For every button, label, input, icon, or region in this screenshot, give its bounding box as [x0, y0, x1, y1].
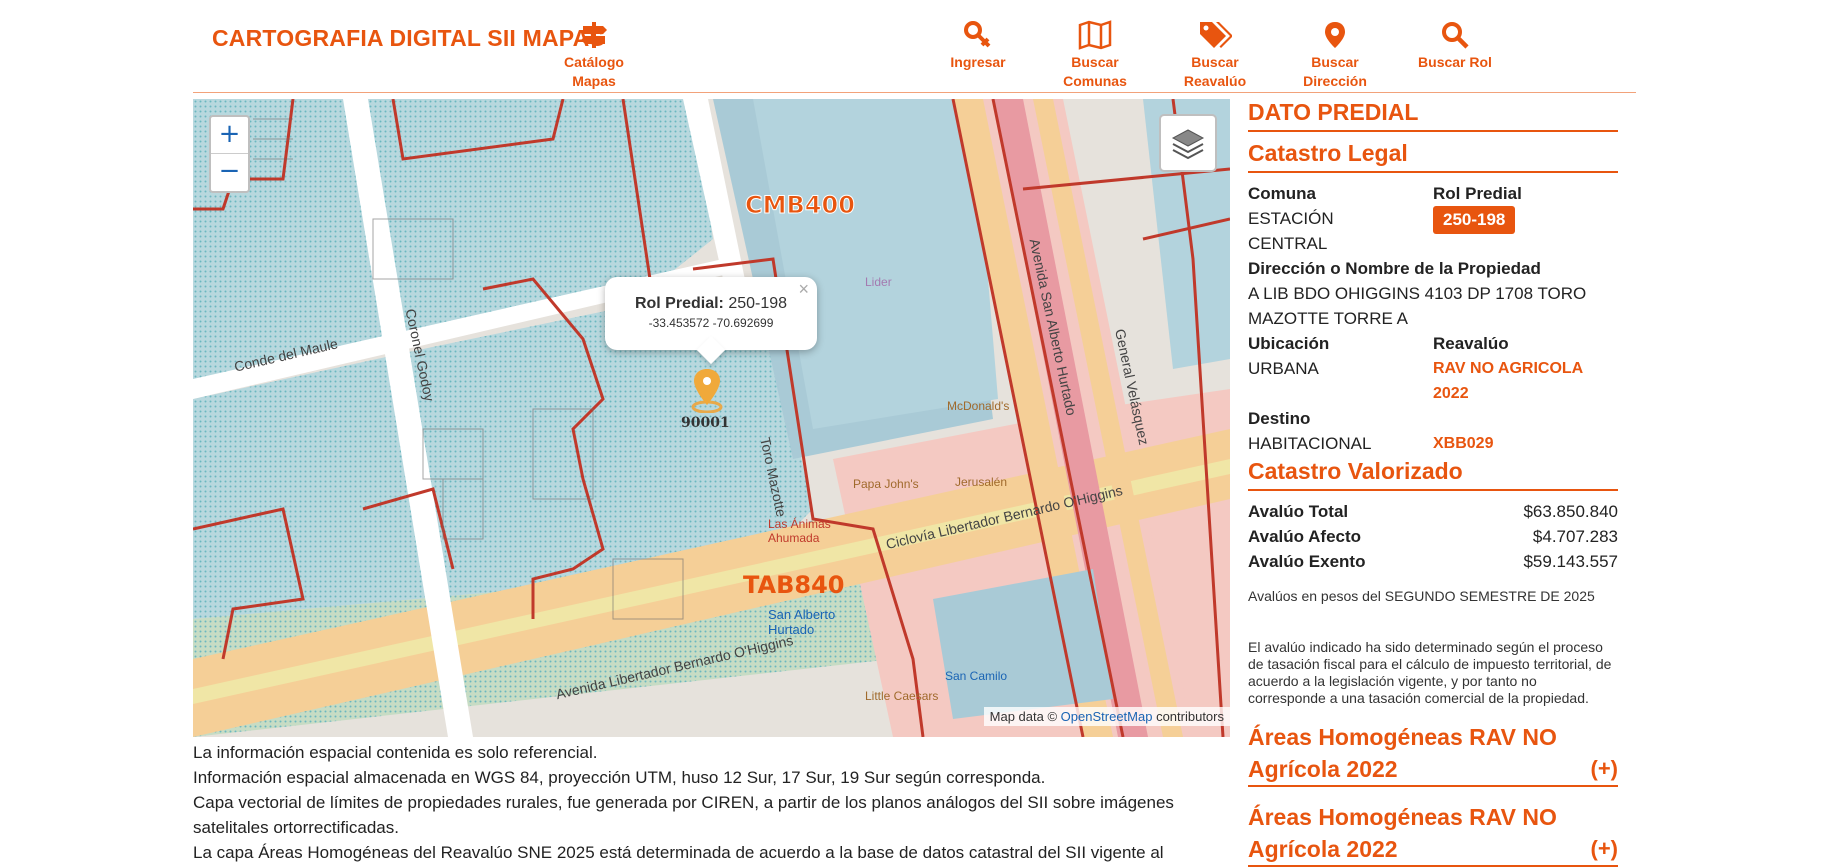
areas-homogeneas-toggle[interactable]: Áreas Homogéneas RAV NO Agrícola 2022 (+…	[1248, 721, 1618, 787]
avaluo-row: Avalúo Afecto $4.707.283	[1248, 524, 1618, 549]
comuna-label: Comuna	[1248, 184, 1316, 203]
attribution-suffix: contributors	[1152, 709, 1224, 724]
layers-button[interactable]	[1159, 114, 1217, 172]
zoom-control: + −	[209, 115, 250, 193]
key-icon	[964, 21, 991, 48]
section-title-valorizado: Catastro Valorizado	[1248, 458, 1618, 491]
poi-label: Jerusalén	[955, 475, 1008, 489]
ubicacion-label: Ubicación	[1248, 334, 1330, 353]
avaluo-period-note: Avalúos en pesos del SEGUNDO SEMESTRE DE…	[1248, 588, 1595, 604]
nav-label: Reavalúo	[1183, 73, 1247, 89]
comuna-value: ESTACIÓN CENTRAL	[1248, 209, 1334, 253]
search-icon	[1442, 22, 1469, 49]
legal-grid: Comuna ESTACIÓN CENTRAL Rol Predial 250-…	[1248, 181, 1618, 456]
destino-label: Destino	[1248, 409, 1311, 428]
app-header: CARTOGRAFIA DIGITAL SII MAPAS Catálogo M…	[193, 0, 1636, 93]
dato-predial-panel: DATO PREDIAL Catastro Legal Comuna ESTAC…	[1248, 99, 1618, 867]
nav-ingresar[interactable]: Ingresar	[923, 20, 1033, 72]
nav-label: Buscar	[1311, 54, 1359, 70]
rol-label: Rol Predial	[1433, 184, 1522, 203]
poi-label: McDonald's	[947, 399, 1010, 413]
signpost-icon	[581, 22, 607, 48]
section-title-legal: Catastro Legal	[1248, 140, 1618, 173]
map-icon	[1078, 20, 1112, 50]
nav-label: Ingresar	[950, 54, 1006, 70]
poi-label: Lider	[865, 275, 892, 289]
block-label: 90001	[681, 415, 730, 431]
avaluo-exento-value: $59.143.557	[1523, 552, 1618, 571]
areas-title: Áreas Homogéneas RAV NO Agrícola 2022	[1248, 804, 1557, 862]
poi-label: Las Ánimas Ahumada	[768, 517, 831, 545]
direccion-label: Dirección o Nombre de la Propiedad	[1248, 259, 1541, 278]
map-view[interactable]: CMB400 TAB840 90001 Conde del Maule Coro…	[193, 99, 1230, 737]
map-notes: La información espacial contenida es sol…	[193, 740, 1223, 865]
nav-buscar-rol[interactable]: Buscar Rol	[1400, 20, 1510, 72]
avaluo-row: Avalúo Total $63.850.840	[1248, 499, 1618, 524]
reavaluo-label: Reavalúo	[1433, 334, 1509, 353]
nav-label: Comunas	[1063, 73, 1127, 89]
poi-label: Papa John's	[853, 477, 919, 491]
avaluo-row: Avalúo Exento $59.143.557	[1248, 549, 1618, 574]
nav-buscar-direccion[interactable]: Buscar Dirección	[1280, 20, 1390, 91]
poi-label: San Alberto Hurtado	[768, 607, 836, 637]
avaluo-disclaimer: El avalúo indicado ha sido determinado s…	[1248, 639, 1612, 706]
attribution-prefix: Map data ©	[989, 709, 1061, 724]
location-pin-icon	[1325, 22, 1345, 48]
popup-rol-value: 250-198	[728, 295, 788, 312]
nav-catalogo-mapas[interactable]: Catálogo Mapas	[539, 20, 649, 91]
avaluo-exento-label: Avalúo Exento	[1248, 552, 1366, 571]
reavaluo-link[interactable]: RAV NO AGRICOLA 2022	[1433, 356, 1618, 406]
avaluo-total-value: $63.850.840	[1523, 502, 1618, 521]
avaluo-afecto-value: $4.707.283	[1532, 527, 1618, 546]
nav-label: Dirección	[1303, 73, 1367, 89]
destino-code-link[interactable]: XBB029	[1433, 431, 1618, 456]
layers-icon	[1171, 129, 1205, 160]
valorizado-table: Avalúo Total $63.850.840 Avalúo Afecto $4.…	[1248, 499, 1618, 574]
nav-label: Buscar	[1191, 54, 1239, 70]
poi-label: San Camilo	[945, 669, 1008, 683]
map-popup: × Rol Predial: 250-198 -33.453572 -70.69…	[605, 277, 817, 365]
poi-label: Little Caesars	[865, 689, 939, 703]
zone-label: TAB840	[743, 571, 845, 599]
expand-plus-icon[interactable]: (+)	[1591, 833, 1619, 865]
panel-title: DATO PREDIAL	[1248, 99, 1618, 132]
note-line: Información espacial almacenada en WGS 8…	[193, 768, 1046, 787]
nav-buscar-reavaluo[interactable]: Buscar Reavalúo	[1160, 20, 1270, 91]
map-marker-icon[interactable]	[689, 367, 725, 413]
popup-label: Rol Predial:	[634, 295, 724, 312]
zone-label: CMB400	[745, 191, 856, 220]
popup-close-button[interactable]: ×	[798, 279, 809, 300]
openstreetmap-link[interactable]: OpenStreetMap	[1061, 709, 1153, 724]
popup-coords: -33.453572 -70.692699	[648, 316, 774, 330]
zoom-in-button[interactable]: +	[211, 117, 248, 154]
note-line: La capa Áreas Homogéneas del Reavalúo SN…	[193, 843, 1164, 862]
nav-label: Mapas	[572, 73, 616, 89]
tags-icon	[1200, 22, 1232, 48]
areas-title: Áreas Homogéneas RAV NO Agrícola 2022	[1248, 724, 1557, 782]
note-line: La información espacial contenida es sol…	[193, 743, 598, 762]
expand-plus-icon[interactable]: (+)	[1591, 753, 1619, 785]
nav-label: Catálogo	[564, 54, 624, 70]
avaluo-total-label: Avalúo Total	[1248, 502, 1349, 521]
nav-label: Buscar Rol	[1418, 54, 1492, 70]
direccion-value: A LIB BDO OHIGGINS 4103 DP 1708 TORO MAZ…	[1248, 284, 1587, 328]
avaluo-afecto-label: Avalúo Afecto	[1248, 527, 1362, 546]
nav-label: Buscar	[1071, 54, 1119, 70]
note-line: Capa vectorial de límites de propiedades…	[193, 793, 1174, 837]
rol-badge: 250-198	[1433, 206, 1516, 234]
nav-buscar-comunas[interactable]: Buscar Comunas	[1040, 20, 1150, 91]
areas-homogeneas-toggle[interactable]: Áreas Homogéneas RAV NO Agrícola 2022 (+…	[1248, 801, 1618, 867]
map-attribution: Map data © OpenStreetMap contributors	[983, 707, 1230, 726]
ubicacion-value: URBANA	[1248, 359, 1319, 378]
zoom-out-button[interactable]: −	[211, 154, 248, 190]
destino-value: HABITACIONAL	[1248, 434, 1372, 453]
